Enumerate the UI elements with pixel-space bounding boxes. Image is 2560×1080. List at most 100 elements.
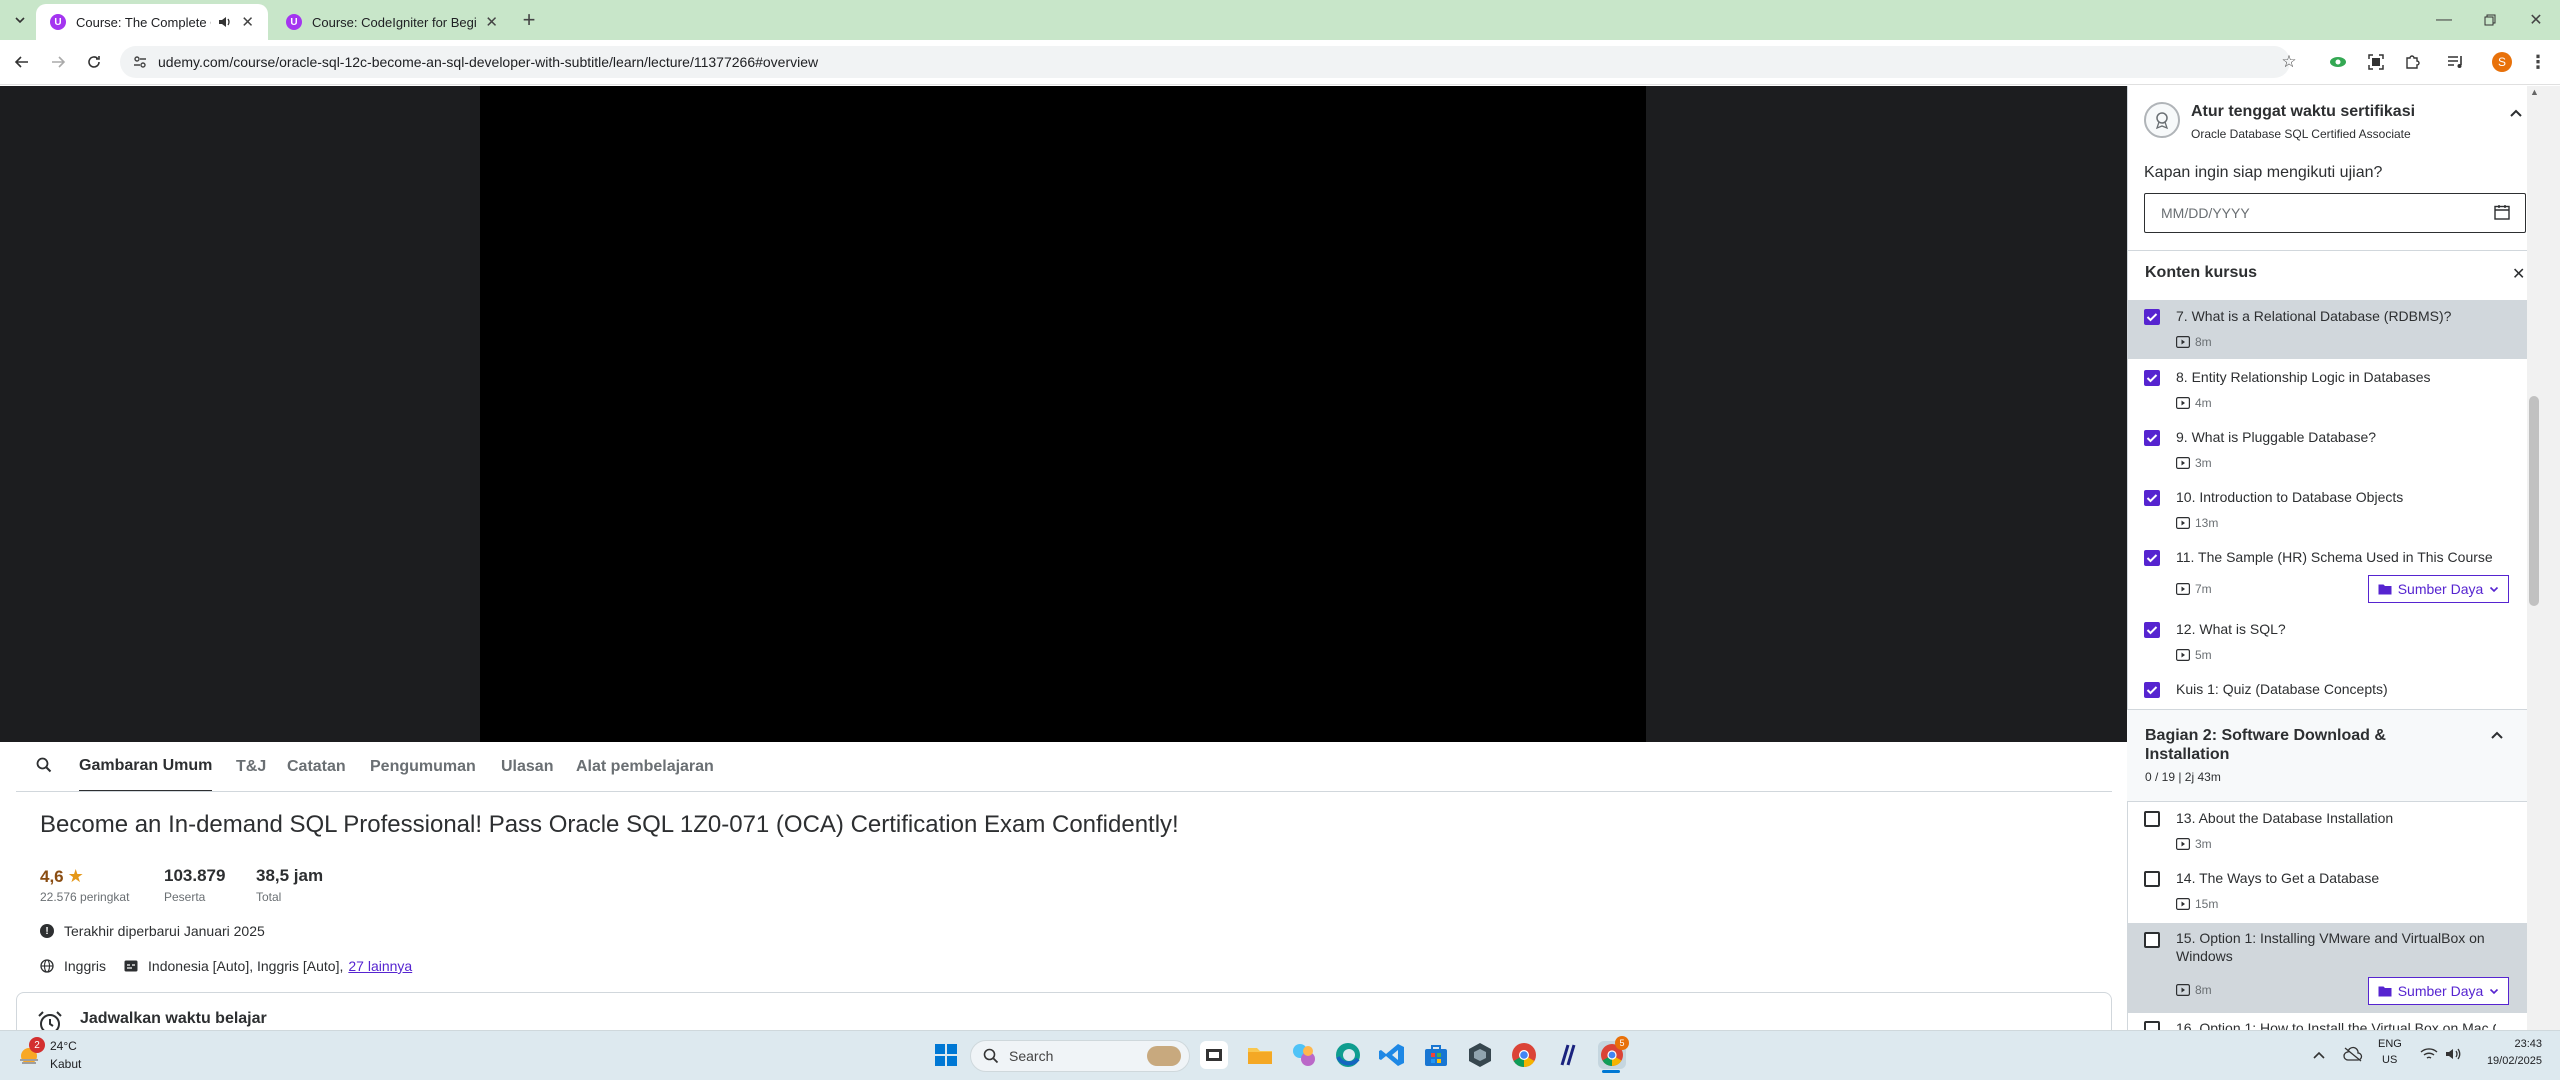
slash-app-icon[interactable] bbox=[1554, 1041, 1582, 1069]
tab-close-icon[interactable]: ✕ bbox=[485, 13, 498, 31]
extension-eye-icon[interactable] bbox=[2322, 46, 2354, 78]
tab-title: Course: CodeIgniter for Beginne bbox=[312, 14, 477, 30]
vscode-icon[interactable] bbox=[1378, 1041, 1406, 1069]
chrome-icon[interactable] bbox=[1510, 1041, 1538, 1069]
back-arrow-icon[interactable] bbox=[6, 46, 38, 78]
tab-qa[interactable]: T&J bbox=[236, 742, 266, 792]
lesson-item[interactable]: 11. The Sample (HR) Schema Used in This … bbox=[2127, 542, 2527, 614]
keyboard-region[interactable]: US bbox=[2382, 1054, 2397, 1066]
tab-audio-icon[interactable] bbox=[217, 14, 233, 30]
bookmark-star-icon[interactable]: ☆ bbox=[2273, 46, 2305, 78]
calendar-icon[interactable] bbox=[2494, 204, 2510, 220]
search-icon[interactable] bbox=[36, 757, 52, 773]
quiz-item[interactable]: Kuis 1: Quiz (Database Concepts) bbox=[2127, 674, 2527, 710]
taskbar-search[interactable]: Search bbox=[970, 1040, 1190, 1072]
tab-learning-tools[interactable]: Alat pembelajaran bbox=[576, 742, 714, 792]
window-minimize-icon[interactable]: — bbox=[2428, 4, 2460, 36]
lesson-item-hover[interactable]: 15. Option 1: Installing VMware and Virt… bbox=[2127, 923, 2527, 1013]
resources-button[interactable]: Sumber Daya bbox=[2368, 575, 2509, 603]
lesson-checkbox[interactable] bbox=[2144, 871, 2160, 887]
tab-notes[interactable]: Catatan bbox=[287, 742, 346, 792]
new-tab-plus-icon[interactable]: + bbox=[513, 4, 545, 36]
date-placeholder: MM/DD/YYYY bbox=[2161, 205, 2250, 221]
browser-tab[interactable]: U Course: CodeIgniter for Beginne ✕ bbox=[272, 4, 512, 40]
lesson-checkbox[interactable] bbox=[2144, 1021, 2160, 1030]
media-controls-icon[interactable] bbox=[2440, 46, 2472, 78]
address-bar[interactable]: udemy.com/course/oracle-sql-12c-become-a… bbox=[120, 46, 2290, 78]
lesson-title: 13. About the Database Installation bbox=[2176, 810, 2394, 826]
last-updated-row: ! Terakhir diperbarui Januari 2025 bbox=[40, 923, 265, 939]
lesson-item[interactable]: 16. Option 1: How to Install the Virtual… bbox=[2127, 1013, 2527, 1030]
lesson-item[interactable]: 12. What is SQL? 5m bbox=[2127, 614, 2527, 674]
lesson-checkbox[interactable] bbox=[2144, 811, 2160, 827]
lesson-checkbox[interactable] bbox=[2144, 490, 2160, 506]
collapse-chevron-up-icon[interactable] bbox=[2509, 106, 2523, 120]
lesson-checkbox[interactable] bbox=[2144, 370, 2160, 386]
tab-close-icon[interactable]: ✕ bbox=[241, 13, 254, 31]
edge-browser-icon[interactable] bbox=[1334, 1041, 1362, 1069]
lesson-item[interactable]: 10. Introduction to Database Objects 13m bbox=[2127, 482, 2527, 542]
browser-tab-active[interactable]: U Course: The Complete Orac ✕ bbox=[36, 4, 268, 40]
volume-icon[interactable] bbox=[2444, 1046, 2462, 1062]
globe-icon bbox=[40, 959, 54, 973]
video-player[interactable] bbox=[480, 86, 1646, 742]
certificate-badge-icon bbox=[2144, 102, 2180, 138]
search-label: Search bbox=[1009, 1048, 1054, 1064]
rating-block: 4,6 ★ bbox=[40, 866, 84, 887]
lesson-checkbox[interactable] bbox=[2144, 309, 2160, 325]
lesson-title: 7. What is a Relational Database (RDBMS)… bbox=[2176, 308, 2452, 324]
total-hours: 38,5 jam bbox=[256, 866, 324, 885]
scroll-up-arrow-icon[interactable]: ▲ bbox=[2530, 87, 2539, 97]
resources-button[interactable]: Sumber Daya bbox=[2368, 977, 2509, 1005]
lesson-checkbox[interactable] bbox=[2144, 550, 2160, 566]
tab-overview[interactable]: Gambaran Umum bbox=[79, 742, 213, 792]
lesson-checkbox[interactable] bbox=[2144, 430, 2160, 446]
lesson-item-active[interactable]: 7. What is a Relational Database (RDBMS)… bbox=[2127, 301, 2527, 359]
keyboard-lang[interactable]: ENG bbox=[2378, 1038, 2402, 1050]
sidebar-scrollbar[interactable]: ▲ bbox=[2527, 86, 2560, 1030]
extensions-puzzle-icon[interactable] bbox=[2396, 46, 2428, 78]
lesson-item[interactable]: 13. About the Database Installation 3m bbox=[2127, 803, 2527, 863]
section-chevron-up-icon[interactable] bbox=[2490, 728, 2504, 742]
clock-date[interactable]: 19/02/2025 bbox=[2478, 1055, 2542, 1067]
exam-date-input[interactable]: MM/DD/YYYY bbox=[2144, 193, 2526, 233]
clock-time[interactable]: 23:43 bbox=[2494, 1038, 2542, 1050]
screenshot-icon[interactable] bbox=[2360, 46, 2392, 78]
app-cube-icon[interactable] bbox=[1466, 1041, 1494, 1069]
tab-announcements[interactable]: Pengumuman bbox=[370, 742, 476, 792]
video-icon bbox=[2176, 649, 2190, 661]
tab-reviews[interactable]: Ulasan bbox=[501, 742, 553, 792]
lesson-item[interactable]: 8. Entity Relationship Logic in Database… bbox=[2127, 362, 2527, 422]
tab-search-chevron-icon[interactable] bbox=[4, 4, 36, 36]
window-close-icon[interactable]: ✕ bbox=[2520, 4, 2552, 36]
window-restore-icon[interactable] bbox=[2474, 4, 2506, 36]
students-count: 103.879 bbox=[164, 866, 226, 885]
lesson-title: 8. Entity Relationship Logic in Database… bbox=[2176, 369, 2431, 385]
tray-chevron-up-icon[interactable] bbox=[2312, 1050, 2326, 1060]
language-row: Inggris Indonesia [Auto], Inggris [Auto]… bbox=[40, 958, 412, 974]
video-icon bbox=[2176, 583, 2190, 595]
lesson-checkbox[interactable] bbox=[2144, 932, 2160, 948]
duration-text: 4m bbox=[2195, 396, 2212, 410]
wifi-icon[interactable] bbox=[2420, 1047, 2438, 1061]
browser-menu-icon[interactable]: ⋮ bbox=[2522, 46, 2554, 78]
file-explorer-icon[interactable] bbox=[1246, 1041, 1274, 1069]
site-settings-icon[interactable] bbox=[132, 54, 148, 70]
task-view-icon[interactable] bbox=[1200, 1041, 1228, 1069]
lesson-duration: 13m bbox=[2176, 516, 2218, 530]
cloud-offline-icon[interactable] bbox=[2343, 1046, 2363, 1062]
reload-icon[interactable] bbox=[78, 46, 110, 78]
close-sidebar-icon[interactable]: ✕ bbox=[2512, 264, 2525, 284]
copilot-icon[interactable] bbox=[1290, 1041, 1318, 1069]
lesson-item[interactable]: 9. What is Pluggable Database? 3m bbox=[2127, 422, 2527, 482]
captions-more-link[interactable]: 27 lainnya bbox=[348, 958, 412, 974]
lesson-duration: 7m bbox=[2176, 582, 2212, 596]
windows-start-icon[interactable] bbox=[934, 1043, 958, 1067]
profile-avatar[interactable]: S bbox=[2492, 52, 2512, 72]
scrollbar-thumb[interactable] bbox=[2529, 396, 2539, 606]
lesson-item[interactable]: 14. The Ways to Get a Database 15m bbox=[2127, 863, 2527, 923]
lesson-checkbox[interactable] bbox=[2144, 622, 2160, 638]
lesson-checkbox[interactable] bbox=[2144, 682, 2160, 698]
store-icon[interactable] bbox=[1422, 1041, 1450, 1069]
forward-arrow-icon[interactable] bbox=[42, 46, 74, 78]
